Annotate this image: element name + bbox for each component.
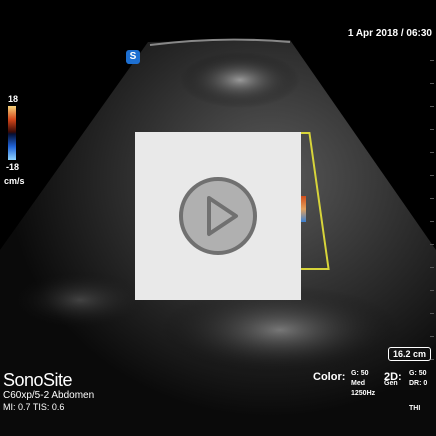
color-scale-bar <box>8 106 16 160</box>
sonosite-logo-icon: S <box>126 50 140 64</box>
color-quality: Med <box>351 380 365 387</box>
color-mode-label: Color: <box>313 371 346 383</box>
2d-gain: G: 50 <box>409 370 427 377</box>
color-settings: G: 50 Med 1250Hz <box>351 369 375 399</box>
timestamp: 1 Apr 2018 / 06:30 <box>347 28 432 39</box>
depth-indicator: 16.2 cm <box>388 347 432 361</box>
thi-label: THI <box>409 405 421 412</box>
color-scale-unit: cm/s <box>4 176 25 186</box>
2d-settings: G: 50 DR: 0 <box>409 369 427 389</box>
safety-indices: MI: 0.7 TIS: 0.6 <box>3 402 65 412</box>
color-prf: 1250Hz <box>351 390 376 397</box>
color-scale-min: -18 <box>6 162 20 172</box>
2d-gen: Gen <box>384 380 398 387</box>
brand-name: SonoSite <box>3 370 73 390</box>
probe-preset: C60xp/5-2 Abdomen <box>3 390 95 401</box>
color-scale-max: 18 <box>8 94 19 104</box>
color-gain: G: 50 <box>351 370 369 377</box>
play-icon[interactable] <box>178 176 258 256</box>
2d-dr: DR: 0 <box>409 380 428 387</box>
video-play-overlay[interactable] <box>135 132 301 300</box>
